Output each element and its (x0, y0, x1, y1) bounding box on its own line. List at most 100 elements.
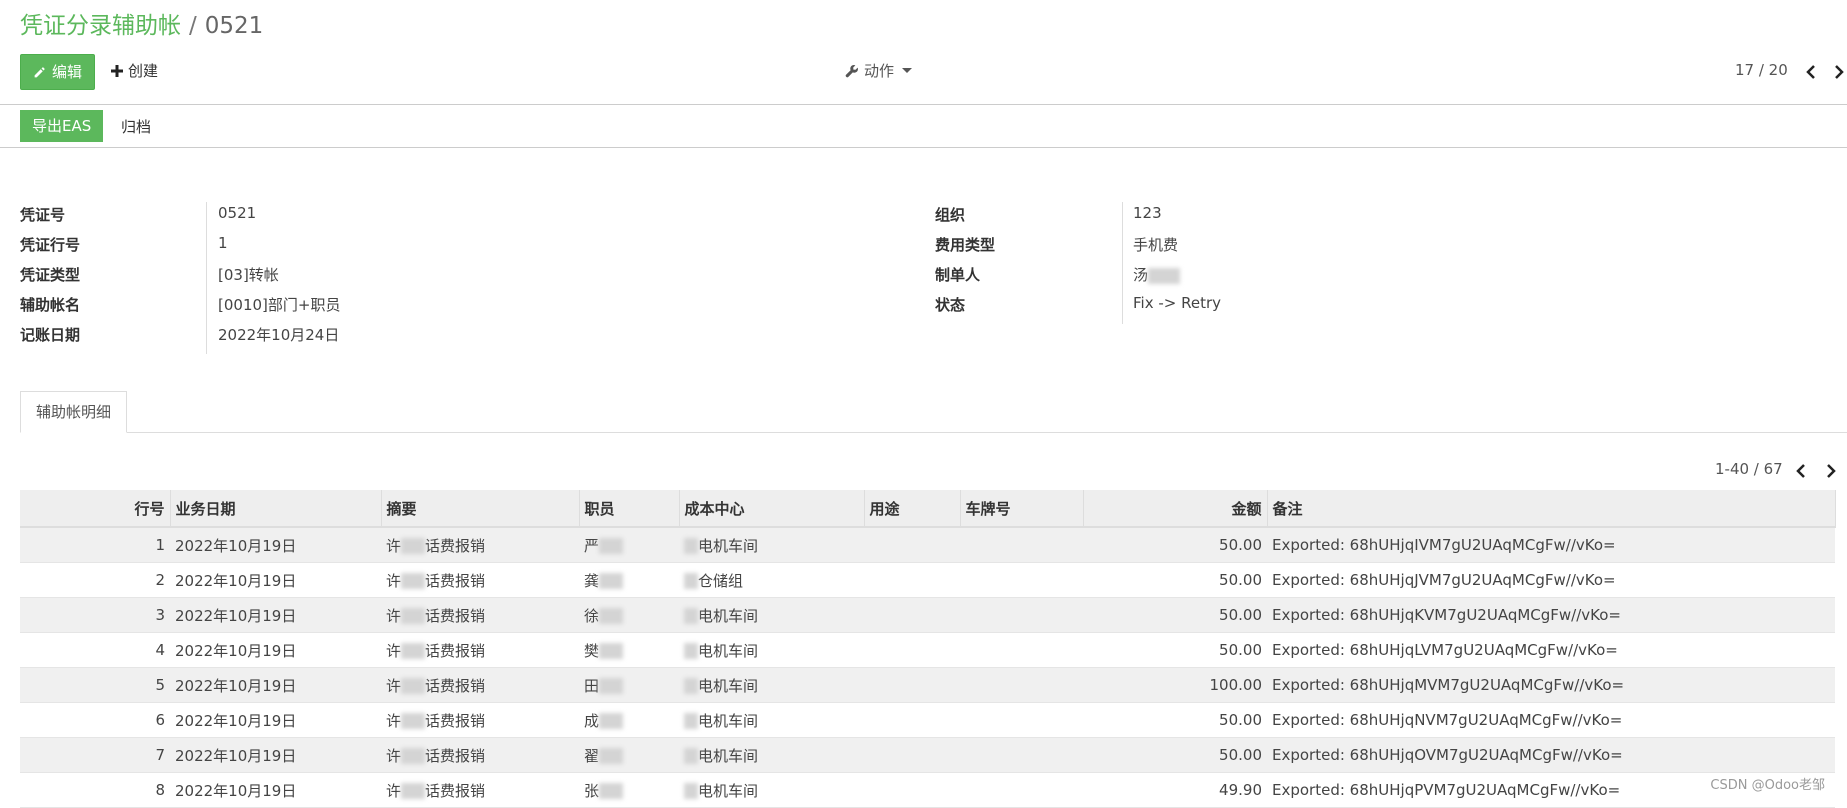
cell-purpose (864, 597, 960, 633)
redacted-mask (401, 573, 426, 589)
cell-plate-no (960, 702, 1083, 738)
redacted-mask (401, 643, 426, 659)
cell-staff: 严 (579, 527, 679, 563)
cost-center-name: 电机车间 (698, 536, 759, 555)
table-row[interactable]: 7 2022年10月19日许 话费报销 翟 电机车间 50.00 Exported: 68h… (20, 737, 1835, 773)
field-separator-right (1122, 202, 1123, 324)
cell-summary: 许 话费报销 (381, 737, 579, 773)
field-label-voucher-line: 凭证行号 (20, 236, 81, 254)
col-header-amount[interactable]: 金额 (1083, 490, 1268, 528)
cell-purpose (864, 737, 960, 773)
staff-name: 龚 (584, 571, 600, 590)
table-row[interactable]: 8 2022年10月19日许话费报销张电机车间 49.90 Exported: 68h… (20, 772, 1835, 808)
cell-plate-no (960, 632, 1083, 668)
staff-name: 樊 (584, 641, 600, 660)
table-row[interactable]: 3 2022年10月19日许 话费报销 徐 电机车间 50.00 Exported: 68h… (20, 597, 1835, 633)
pencil-icon (34, 66, 45, 77)
cell-amount: 50.00 (1083, 527, 1267, 563)
summary-prefix: 许 (386, 676, 402, 695)
field-label-state: 状态 (935, 296, 966, 314)
watermark: CSDN @Odoo老邹 (1710, 778, 1825, 793)
cell-amount: 49.90 (1083, 772, 1267, 808)
cell-amount: 50.00 (1083, 632, 1267, 668)
cell-summary: 许 话费报销 (381, 667, 579, 703)
record-next-button[interactable] (1828, 61, 1847, 83)
cell-summary: 许 话费报销 (381, 562, 579, 598)
col-header-note[interactable]: 备注 (1267, 490, 1836, 528)
redacted-mask (401, 678, 426, 694)
summary-prefix: 许 (386, 571, 402, 590)
cell-purpose (864, 632, 960, 668)
col-header-plate-no[interactable]: 车牌号 (960, 490, 1084, 528)
field-label-preparer: 制单人 (935, 266, 981, 284)
cell-note: Exported: 68hUHjqLVM7gU2UAqMCgFw//vKo= (1267, 632, 1835, 668)
list-next-button[interactable] (1820, 460, 1842, 482)
archive-button[interactable]: 归档 (121, 116, 151, 137)
cell-amount: 50.00 (1083, 737, 1267, 773)
field-value-posting-date: 2022年10月24日 (218, 326, 340, 344)
redacted-mask (599, 608, 624, 624)
cell-summary: 许 话费报销 (381, 527, 579, 563)
plus-icon (111, 64, 123, 77)
tab-aux-account-detail[interactable]: 辅助帐明细 (20, 391, 128, 433)
cell-date: 2022年10月19日 (170, 597, 381, 633)
col-header-purpose[interactable]: 用途 (864, 490, 961, 528)
summary-suffix: 话费报销 (425, 746, 486, 765)
edit-button[interactable]: 编辑 (20, 54, 96, 90)
breadcrumb-current: 0521 (204, 13, 264, 39)
redacted-mask (599, 643, 624, 659)
cell-plate-no (960, 562, 1083, 598)
cell-cost-center: 电机车间 (679, 667, 864, 703)
summary-suffix: 话费报销 (425, 571, 486, 590)
table-row[interactable]: 2 2022年10月19日许 话费报销 龚 仓储组 50.00 Exported: 68hU… (20, 562, 1835, 598)
cell-summary: 许 话费报销 (381, 597, 579, 633)
cell-plate-no (960, 527, 1083, 563)
staff-name: 翟 (584, 746, 600, 765)
cell-amount: 50.00 (1083, 597, 1267, 633)
redacted-mask (684, 713, 698, 729)
field-value-state: Fix -> Retry (1133, 294, 1222, 312)
create-button[interactable]: 创建 (111, 60, 158, 81)
breadcrumb-parent-link[interactable]: 凭证分录辅助帐 (20, 13, 181, 39)
cell-note: Exported: 68hUHjqMVM7gU2UAqMCgFw//vKo= (1267, 667, 1835, 703)
cell-cost-center: 电机车间 (679, 632, 864, 668)
col-header-summary[interactable]: 摘要 (381, 490, 580, 528)
cell-purpose (864, 702, 960, 738)
export-eas-button[interactable]: 导出EAS (20, 110, 104, 142)
edit-button-label: 编辑 (52, 63, 83, 81)
cell-purpose (864, 527, 960, 563)
cell-amount: 50.00 (1083, 562, 1267, 598)
chevron-right-icon (1827, 464, 1836, 478)
redacted-mask (684, 573, 698, 589)
field-label-organization: 组织 (935, 206, 966, 224)
redacted-mask (684, 608, 698, 624)
cell-date: 2022年10月19日 (170, 562, 381, 598)
staff-name: 成 (584, 711, 600, 730)
action-dropdown-label: 动作 (864, 62, 895, 80)
table-row[interactable]: 5 2022年10月19日许 话费报销 田 电机车间 100.00 Exported: 68… (20, 667, 1835, 703)
table-row[interactable]: 6 2022年10月19日许 话费报销 成 电机车间 50.00 Exported: 68h… (20, 702, 1835, 738)
col-header-line-no[interactable]: 行号 (20, 490, 171, 528)
chevron-down-icon (902, 68, 913, 73)
record-prev-button[interactable] (1800, 61, 1822, 83)
cell-note: Exported: 68hUHjqJVM7gU2UAqMCgFw//vKo= (1267, 562, 1835, 598)
col-header-date[interactable]: 业务日期 (170, 490, 382, 528)
toolbar-divider (0, 104, 1847, 105)
summary-suffix: 话费报销 (425, 781, 486, 800)
cell-cost-center: 电机车间 (679, 737, 864, 773)
table-row[interactable]: 1 2022年10月19日许 话费报销 严 电机车间 50.00 Exported: 68h… (20, 527, 1835, 563)
list-prev-button[interactable] (1790, 460, 1812, 482)
redacted-mask (599, 783, 624, 799)
staff-name: 田 (584, 676, 600, 695)
cell-cost-center: 电机车间 (679, 772, 864, 808)
col-header-staff[interactable]: 职员 (579, 490, 680, 528)
redacted-mask (684, 748, 698, 764)
table-row[interactable]: 4 2022年10月19日许 话费报销 樊 电机车间 50.00 Exported: 68h… (20, 632, 1835, 668)
field-value-aux-account: [0010]部门+职员 (218, 296, 341, 314)
cell-cost-center: 电机车间 (679, 597, 864, 633)
cell-amount: 50.00 (1083, 702, 1267, 738)
table-header-row: 行号 业务日期 摘要 职员 成本中心 用途 车牌号 金额 备注 (20, 490, 1836, 528)
col-header-cost-center[interactable]: 成本中心 (679, 490, 865, 528)
field-separator-left (206, 202, 207, 354)
action-dropdown[interactable]: 动作 (845, 60, 913, 81)
